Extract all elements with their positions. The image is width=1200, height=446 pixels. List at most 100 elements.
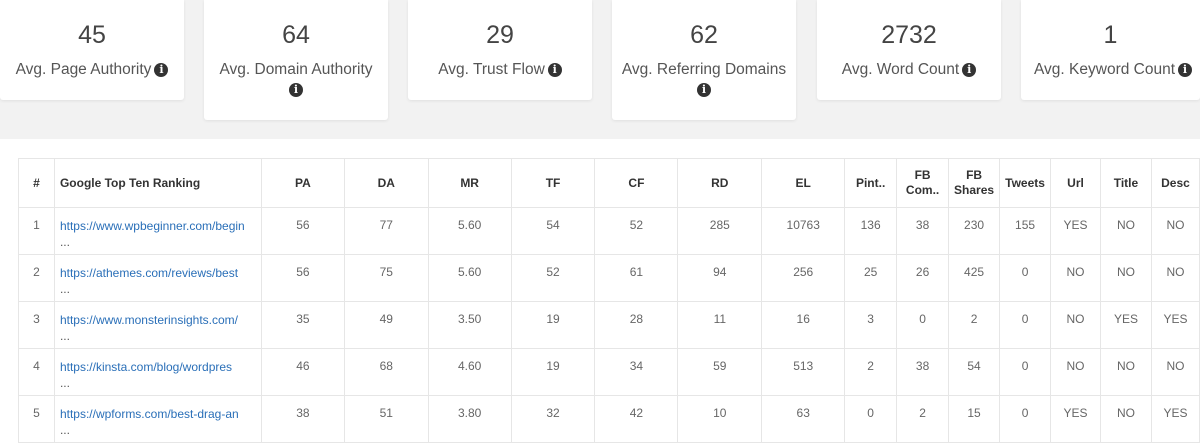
row-number: 1	[18, 207, 55, 255]
cell-pint: 25	[844, 254, 898, 302]
ranking-url-cell: https://wpforms.com/best-drag-an ...	[53, 395, 262, 443]
column-header-fb-shares: FB Shares	[948, 158, 1001, 208]
info-icon[interactable]: i	[289, 83, 303, 97]
cell-fb-shares: 2	[948, 301, 1001, 349]
cell-pa: 38	[260, 395, 345, 443]
table-row: 3 https://www.monsterinsights.com/ ... 3…	[18, 301, 1200, 349]
row-number: 5	[18, 395, 55, 443]
cell-rd: 10	[677, 395, 763, 443]
stat-value: 62	[690, 21, 718, 49]
cell-cf: 34	[594, 348, 679, 396]
info-icon[interactable]: i	[547, 63, 562, 77]
table-row: 2 https://athemes.com/reviews/best ... 5…	[18, 254, 1200, 302]
table-row: 5 https://wpforms.com/best-drag-an ... 3…	[18, 395, 1200, 443]
stat-value: 2732	[881, 21, 937, 49]
stat-card-word-count: 2732 Avg. Word Count i	[817, 0, 1001, 100]
cell-title-flag: NO	[1099, 254, 1152, 302]
stat-card-trust-flow: 29 Avg. Trust Flow i	[408, 0, 592, 100]
cell-url-flag: YES	[1050, 395, 1101, 443]
ranking-panel: # Google Top Ten Ranking PA DA MR TF CF …	[0, 139, 1200, 446]
cell-el: 16	[761, 301, 846, 349]
cell-tweets: 155	[999, 207, 1052, 255]
cell-pint: 0	[844, 395, 898, 443]
cell-tf: 32	[510, 395, 596, 443]
column-header-el: EL	[761, 158, 846, 208]
cell-el: 513	[761, 348, 846, 396]
cell-desc-flag: NO	[1150, 348, 1200, 396]
cell-desc-flag: NO	[1150, 207, 1200, 255]
cell-desc-flag: YES	[1150, 395, 1200, 443]
cell-mr: 5.60	[427, 207, 512, 255]
cell-title-flag: NO	[1099, 395, 1152, 443]
ranking-url-cell: https://www.wpbeginner.com/begin ...	[53, 207, 262, 255]
cell-mr: 3.80	[427, 395, 512, 443]
info-icon[interactable]: i	[697, 83, 711, 97]
column-header-rd: RD	[677, 158, 763, 208]
cell-pint: 136	[844, 207, 898, 255]
column-header-desc: Desc	[1150, 158, 1200, 208]
cell-mr: 4.60	[427, 348, 512, 396]
cell-tf: 52	[510, 254, 596, 302]
column-header-tf: TF	[510, 158, 596, 208]
stat-label: Avg. Trust Flow	[438, 61, 545, 78]
ranking-url-cell: https://www.monsterinsights.com/ ...	[53, 301, 262, 349]
stat-card-keyword-count: 1 Avg. Keyword Count i	[1021, 0, 1200, 100]
cell-url-flag: NO	[1050, 348, 1101, 396]
cell-da: 49	[343, 301, 429, 349]
stat-label-row: Avg. Page Authority i	[0, 60, 184, 80]
ranking-url-link[interactable]: https://wpforms.com/best-drag-an	[60, 406, 260, 422]
stat-label: Avg. Keyword Count	[1034, 61, 1176, 78]
info-icon[interactable]: i	[962, 63, 977, 77]
cell-url-flag: NO	[1050, 254, 1101, 302]
cell-fb-com: 2	[896, 395, 950, 443]
table-row: 1 https://www.wpbeginner.com/begin ... 5…	[18, 207, 1200, 255]
column-header-pa: PA	[260, 158, 345, 208]
stat-label-row: Avg. Referring Domains i	[612, 60, 796, 97]
cell-desc-flag: NO	[1150, 254, 1200, 302]
cell-da: 68	[343, 348, 429, 396]
ranking-table: # Google Top Ten Ranking PA DA MR TF CF …	[18, 158, 1200, 443]
cell-fb-com: 26	[896, 254, 950, 302]
table-row: 4 https://kinsta.com/blog/wordpres ... 4…	[18, 348, 1200, 396]
cell-desc-flag: YES	[1150, 301, 1200, 349]
cell-tweets: 0	[999, 301, 1052, 349]
cell-da: 51	[343, 395, 429, 443]
cell-pint: 2	[844, 348, 898, 396]
column-header-number: #	[18, 158, 55, 208]
cell-rd: 59	[677, 348, 763, 396]
stat-value: 45	[78, 21, 106, 49]
cell-url-flag: NO	[1050, 301, 1101, 349]
stat-label: Avg. Page Authority	[15, 61, 152, 78]
cell-tf: 19	[510, 301, 596, 349]
row-number: 4	[18, 348, 55, 396]
column-header-da: DA	[343, 158, 429, 208]
row-number: 2	[18, 254, 55, 302]
stat-label: Avg. Word Count	[841, 61, 960, 78]
column-header-cf: CF	[594, 158, 679, 208]
ranking-url-link[interactable]: https://www.monsterinsights.com/	[60, 312, 260, 328]
cell-el: 63	[761, 395, 846, 443]
cell-rd: 94	[677, 254, 763, 302]
cell-pint: 3	[844, 301, 898, 349]
ranking-url-link[interactable]: https://athemes.com/reviews/best	[60, 265, 260, 281]
cell-cf: 42	[594, 395, 679, 443]
info-icon[interactable]: i	[1178, 63, 1193, 77]
header-line: FB	[914, 168, 931, 182]
header-line: Shares	[954, 183, 995, 197]
column-header-pint: Pint..	[844, 158, 898, 208]
ranking-url-link[interactable]: https://www.wpbeginner.com/begin	[60, 218, 260, 234]
cell-tf: 19	[510, 348, 596, 396]
cell-cf: 52	[594, 207, 679, 255]
cell-fb-shares: 425	[948, 254, 1001, 302]
table-header-row: # Google Top Ten Ranking PA DA MR TF CF …	[18, 158, 1200, 208]
ranking-url-link[interactable]: https://kinsta.com/blog/wordpres	[60, 359, 260, 375]
stat-value: 64	[282, 21, 310, 49]
info-icon[interactable]: i	[154, 63, 169, 77]
url-ellipsis: ...	[59, 329, 70, 343]
cell-title-flag: NO	[1099, 348, 1152, 396]
cell-fb-com: 0	[896, 301, 950, 349]
header-line: Com..	[905, 183, 940, 197]
cell-el: 256	[761, 254, 846, 302]
cell-mr: 3.50	[427, 301, 512, 349]
cell-tweets: 0	[999, 348, 1052, 396]
